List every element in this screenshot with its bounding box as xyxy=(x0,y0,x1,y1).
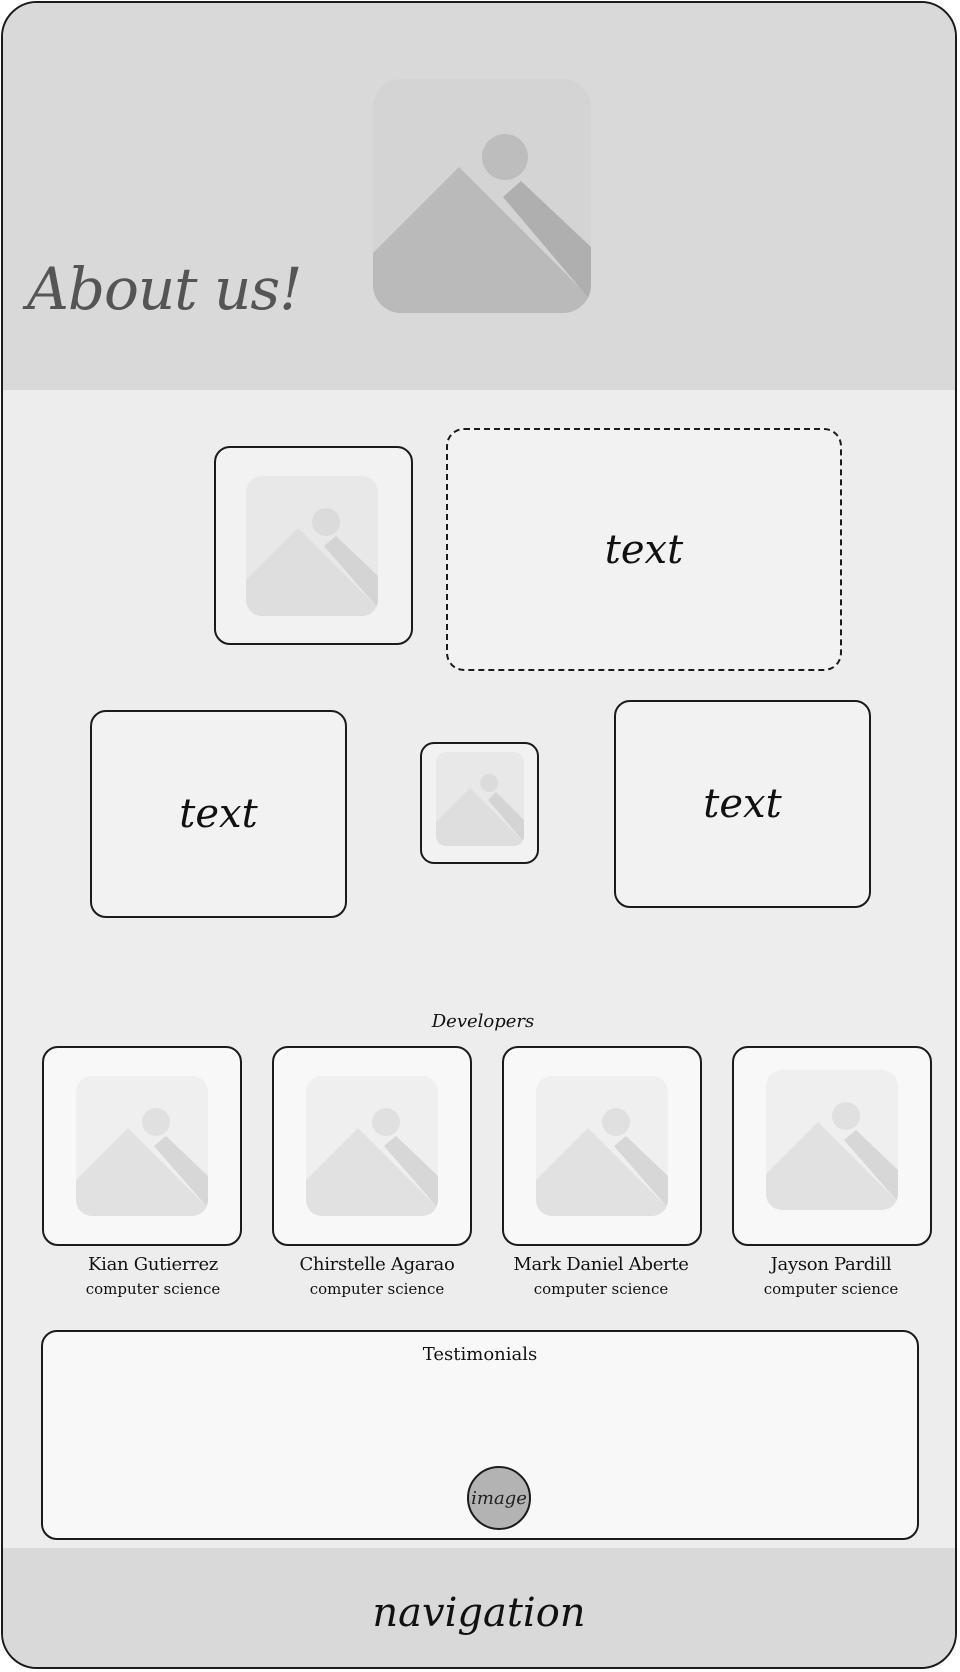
page-frame: About us! text text text Developers Kian… xyxy=(1,1,957,1669)
developer-card xyxy=(272,1046,472,1246)
image-placeholder-icon xyxy=(76,1076,208,1216)
image-placeholder-icon xyxy=(436,752,524,846)
developer-card xyxy=(42,1046,242,1246)
image-card xyxy=(214,446,413,645)
header: About us! xyxy=(3,3,955,390)
navigation-bar[interactable]: navigation xyxy=(3,1548,955,1667)
navigation-label[interactable]: navigation xyxy=(372,1590,585,1636)
developer-name: Chirstelle Agarao xyxy=(299,1254,455,1275)
developer-name: Kian Gutierrez xyxy=(87,1254,218,1275)
image-placeholder-icon xyxy=(246,476,378,616)
developer-role: computer science xyxy=(85,1280,221,1298)
hero-image-placeholder-icon xyxy=(373,79,591,313)
testimonial-avatar[interactable]: image xyxy=(467,1466,531,1530)
image-placeholder-icon xyxy=(306,1076,438,1216)
developer-role: computer science xyxy=(309,1280,445,1298)
text-card-label: text xyxy=(703,781,782,827)
image-placeholder-icon xyxy=(766,1070,898,1210)
testimonials-panel: Testimonials image xyxy=(41,1330,919,1540)
developer-name: Jayson Pardill xyxy=(770,1254,892,1275)
small-image-card xyxy=(420,742,539,864)
developer-card xyxy=(732,1046,932,1246)
text-card: text xyxy=(614,700,871,908)
text-card-label: text xyxy=(604,526,684,573)
page-title: About us! xyxy=(27,255,302,323)
developer-card xyxy=(502,1046,702,1246)
text-card-dashed: text xyxy=(446,428,842,671)
developer-role: computer science xyxy=(533,1280,669,1298)
image-placeholder-icon xyxy=(536,1076,668,1216)
testimonials-heading: Testimonials xyxy=(422,1344,538,1365)
developer-role: computer science xyxy=(763,1280,899,1298)
developer-name: Mark Daniel Aberte xyxy=(513,1254,689,1275)
text-card: text xyxy=(90,710,347,918)
developers-heading: Developers xyxy=(431,1011,535,1032)
text-card-label: text xyxy=(179,791,258,837)
